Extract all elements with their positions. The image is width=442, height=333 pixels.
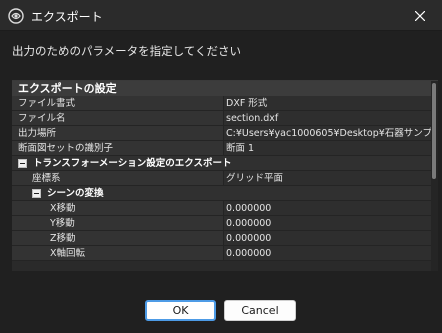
property-row-file-format[interactable]: ファイル書式 DXF 形式 xyxy=(12,96,431,111)
property-name: X移動 xyxy=(12,201,224,215)
property-value[interactable]: section.dxf xyxy=(224,111,431,125)
section-header-export-settings: エクスポートの設定 xyxy=(12,81,431,96)
property-name: Y移動 xyxy=(12,216,224,230)
property-value[interactable]: C:¥Users¥yac1000605¥Desktop¥石器サンプ... xyxy=(224,126,431,140)
property-name: ファイル名 xyxy=(12,111,224,125)
property-value[interactable]: 断面 1 xyxy=(224,141,431,155)
title-bar: エクスポート xyxy=(0,0,442,31)
property-name: 座標系 xyxy=(12,171,224,185)
collapse-toggle-icon[interactable] xyxy=(18,158,27,168)
group-transform-settings[interactable]: トランスフォーメーション設定のエクスポート xyxy=(12,156,431,171)
property-name: 断面図セットの識別子 xyxy=(12,141,224,155)
group-label: トランスフォーメーション設定のエクスポート xyxy=(33,157,232,169)
property-name: Z移動 xyxy=(12,231,224,245)
property-row-output-location[interactable]: 出力場所 C:¥Users¥yac1000605¥Desktop¥石器サンプ..… xyxy=(12,126,431,141)
property-row-coordinate-system[interactable]: 座標系 グリッド平面 xyxy=(12,171,431,186)
property-table: エクスポートの設定 ファイル書式 DXF 形式 ファイル名 section.dx… xyxy=(12,81,431,261)
property-value[interactable]: 0.000000 xyxy=(224,216,431,230)
app-logo-icon xyxy=(8,8,24,24)
close-button[interactable] xyxy=(398,0,442,31)
ok-button[interactable]: OK xyxy=(145,300,216,321)
property-value[interactable]: 0.000000 xyxy=(224,231,431,245)
property-row-y-translation[interactable]: Y移動 0.000000 xyxy=(12,216,431,231)
window-title: エクスポート xyxy=(31,10,103,24)
property-value[interactable]: DXF 形式 xyxy=(224,96,431,110)
instruction-text: 出力のためのパラメータを指定してください xyxy=(12,44,241,58)
property-value[interactable]: 0.000000 xyxy=(224,246,431,260)
vertical-scrollbar[interactable] xyxy=(431,81,438,271)
property-grid[interactable]: エクスポートの設定 ファイル書式 DXF 形式 ファイル名 section.dx… xyxy=(12,80,438,271)
property-row-file-name[interactable]: ファイル名 section.dxf xyxy=(12,111,431,126)
property-value[interactable]: 0.000000 xyxy=(224,201,431,215)
group-scene-transform[interactable]: シーンの変換 xyxy=(12,186,431,201)
cancel-button[interactable]: Cancel xyxy=(224,300,296,321)
property-row-section-set-id[interactable]: 断面図セットの識別子 断面 1 xyxy=(12,141,431,156)
property-name: X軸回転 xyxy=(12,246,224,260)
property-row-x-rotation[interactable]: X軸回転 0.000000 xyxy=(12,246,431,261)
property-value[interactable]: グリッド平面 xyxy=(224,171,431,185)
close-icon xyxy=(415,10,425,21)
scrollbar-thumb[interactable] xyxy=(432,83,436,179)
collapse-toggle-icon[interactable] xyxy=(32,188,41,198)
property-row-x-translation[interactable]: X移動 0.000000 xyxy=(12,201,431,216)
property-name: 出力場所 xyxy=(12,126,224,140)
group-label: シーンの変換 xyxy=(47,187,104,199)
property-row-z-translation[interactable]: Z移動 0.000000 xyxy=(12,231,431,246)
property-name: ファイル書式 xyxy=(12,96,224,110)
